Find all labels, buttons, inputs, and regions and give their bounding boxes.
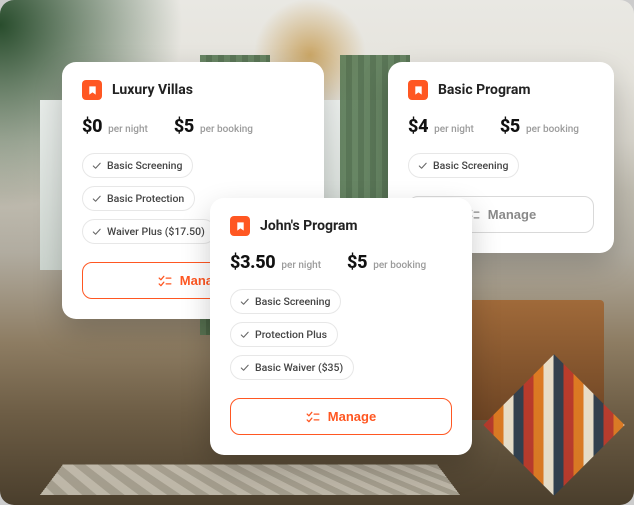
check-icon — [239, 329, 250, 340]
program-card-johns: John's Program $3.50 per night $5 per bo… — [210, 198, 472, 455]
price-per-booking: $5 — [347, 252, 367, 273]
check-icon — [239, 362, 250, 373]
bookmark-icon — [230, 216, 250, 236]
per-night-label: per night — [434, 124, 474, 135]
manage-icon — [158, 275, 172, 287]
price-per-night: $0 — [82, 116, 102, 137]
check-icon — [91, 160, 102, 171]
manage-icon — [306, 411, 320, 423]
per-booking-label: per booking — [373, 260, 426, 271]
manage-button[interactable]: Manage — [230, 398, 452, 435]
feature-pill: Basic Waiver ($35) — [230, 355, 354, 380]
manage-label: Manage — [488, 207, 536, 222]
price-per-booking: $5 — [174, 116, 194, 137]
feature-label: Basic Screening — [107, 159, 182, 172]
feature-pill: Basic Screening — [230, 289, 341, 314]
feature-label: Protection Plus — [255, 328, 327, 341]
pricing-row: $0 per night $5 per booking — [82, 116, 304, 137]
check-icon — [91, 226, 102, 237]
price-per-night: $3.50 — [230, 252, 275, 273]
per-booking-label: per booking — [200, 124, 253, 135]
card-title: John's Program — [260, 218, 358, 234]
feature-pill: Waiver Plus ($17.50) — [82, 219, 216, 244]
feature-pill: Basic Protection — [82, 186, 195, 211]
price-per-night: $4 — [408, 116, 428, 137]
check-icon — [91, 193, 102, 204]
check-icon — [417, 160, 428, 171]
feature-pill: Basic Screening — [408, 153, 519, 178]
per-night-label: per night — [108, 124, 148, 135]
per-night-label: per night — [281, 260, 321, 271]
per-booking-label: per booking — [526, 124, 579, 135]
feature-label: Basic Screening — [255, 295, 330, 308]
feature-label: Basic Screening — [433, 159, 508, 172]
feature-label: Basic Protection — [107, 192, 184, 205]
bookmark-icon — [408, 80, 428, 100]
card-title: Luxury Villas — [112, 82, 193, 98]
feature-label: Basic Waiver ($35) — [255, 361, 343, 374]
card-title: Basic Program — [438, 82, 530, 98]
feature-pill: Protection Plus — [230, 322, 338, 347]
feature-label: Waiver Plus ($17.50) — [107, 225, 205, 238]
pricing-row: $4 per night $5 per booking — [408, 116, 594, 137]
bookmark-icon — [82, 80, 102, 100]
price-per-booking: $5 — [500, 116, 520, 137]
pricing-row: $3.50 per night $5 per booking — [230, 252, 452, 273]
feature-pill: Basic Screening — [82, 153, 193, 178]
check-icon — [239, 296, 250, 307]
manage-label: Manage — [328, 409, 376, 424]
